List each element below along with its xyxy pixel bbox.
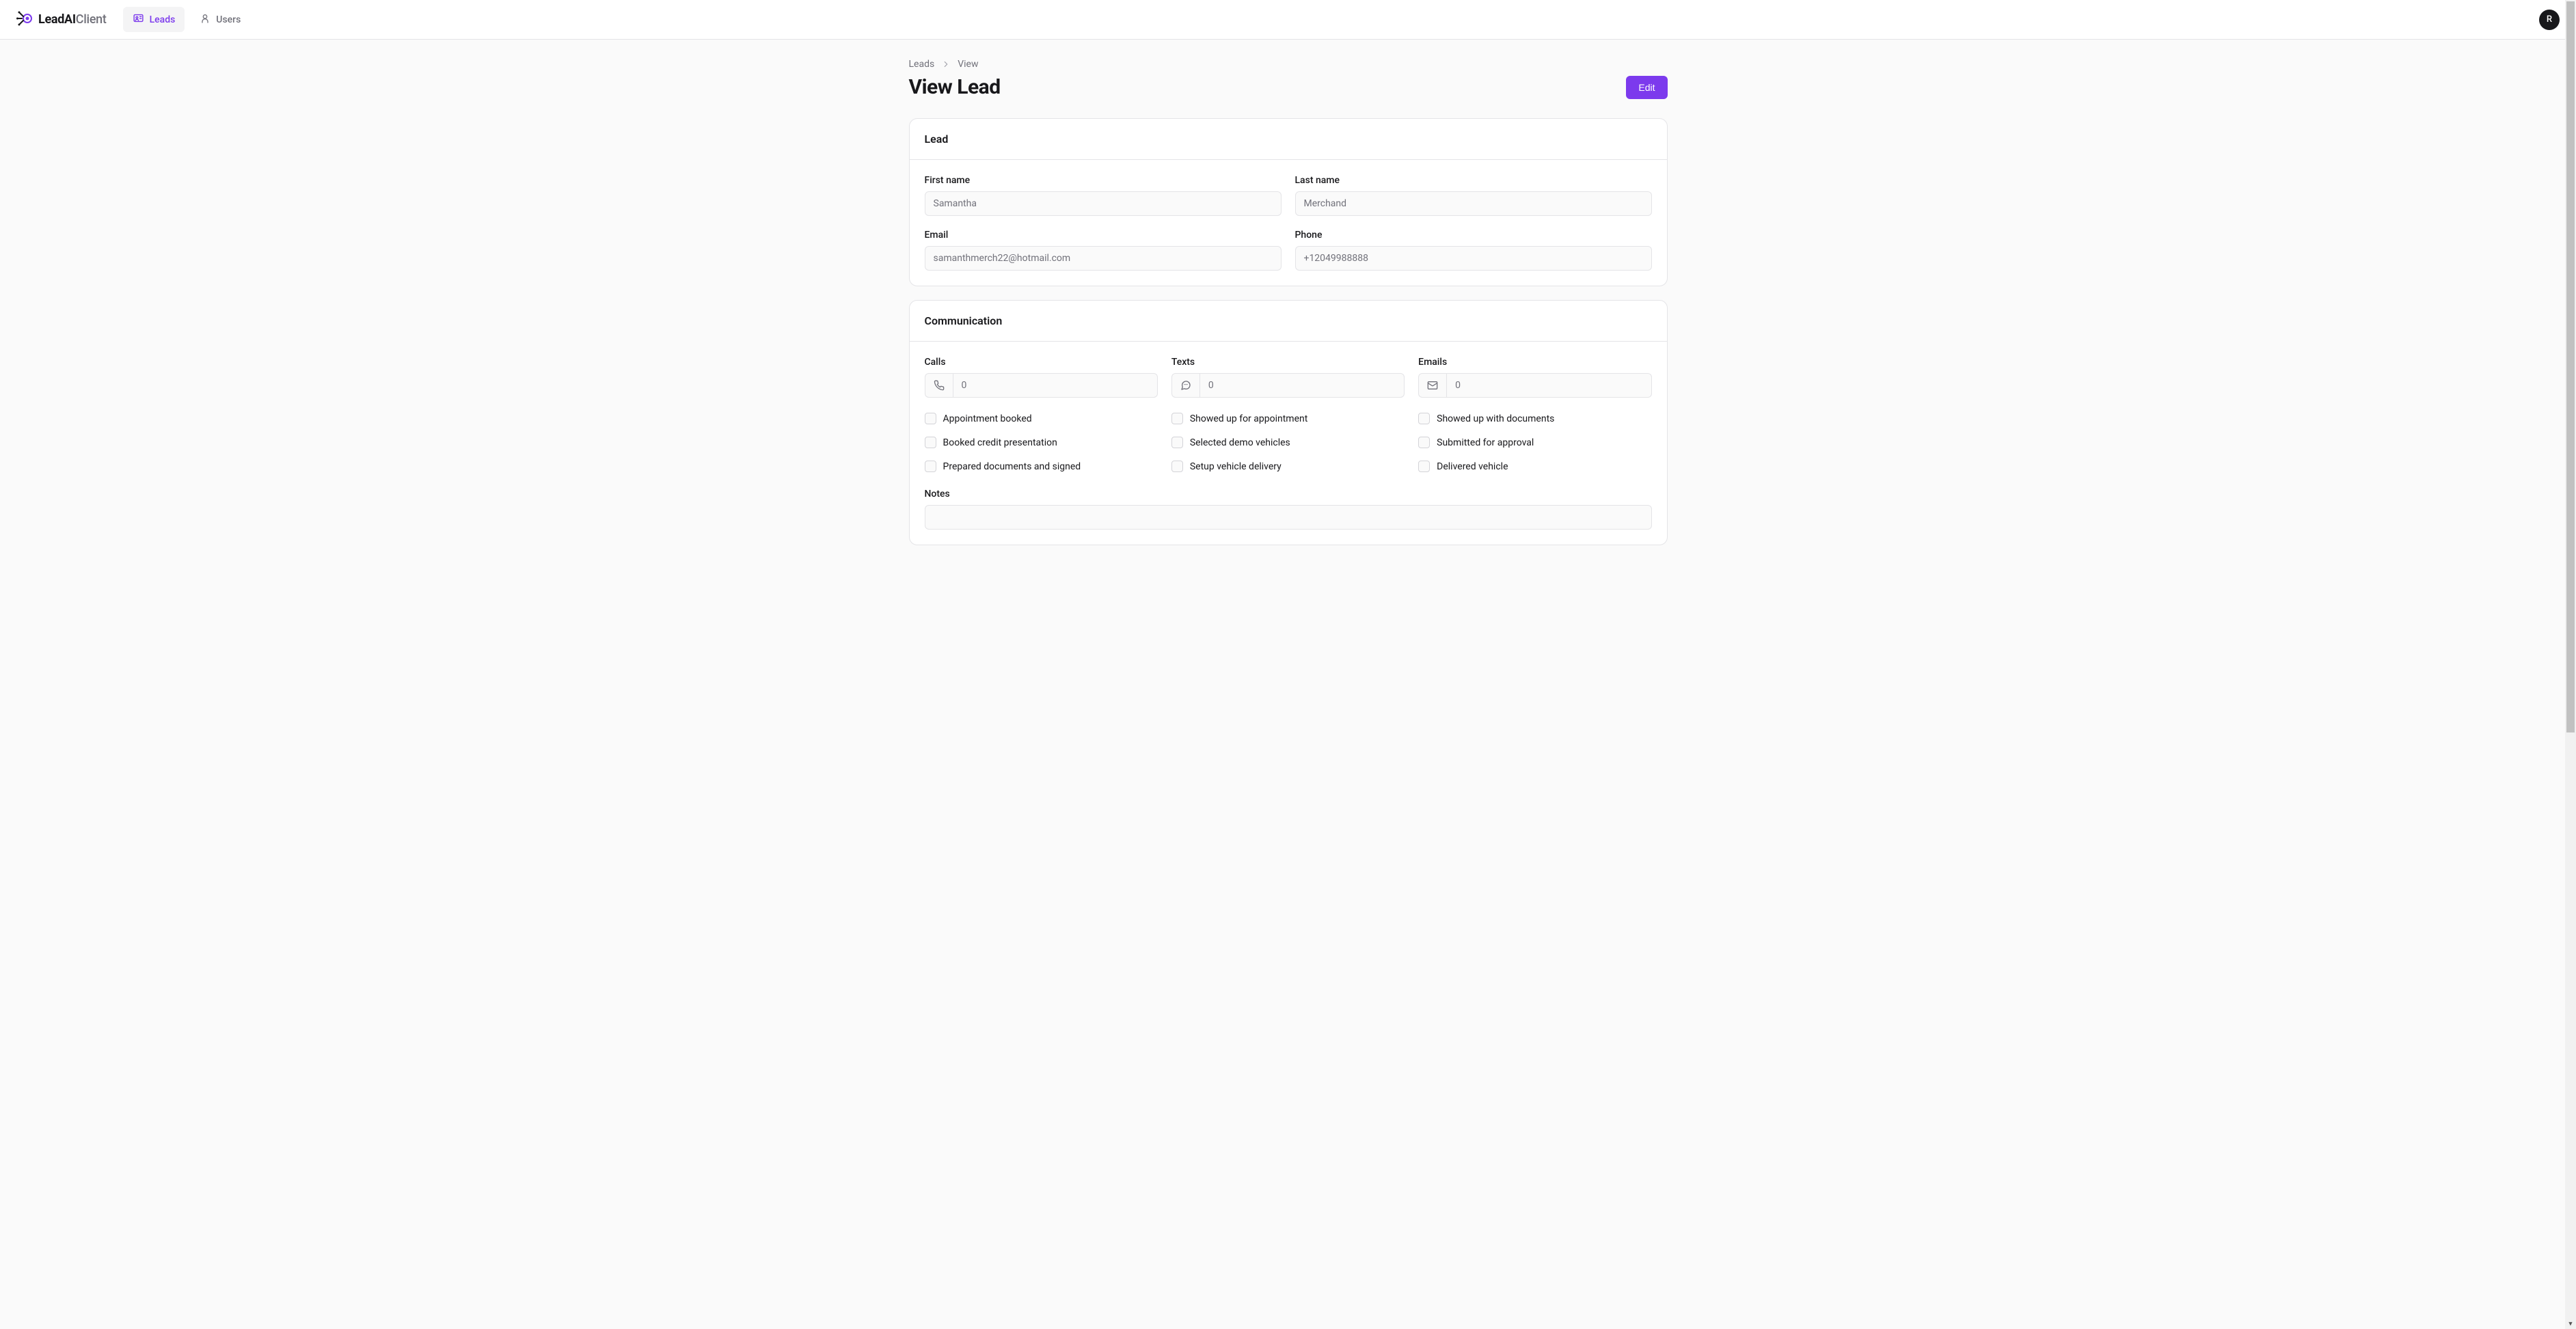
scrollbar-down-icon[interactable]: ▼: [2565, 1318, 2576, 1329]
check-appointment-booked: Appointment booked: [925, 413, 1158, 424]
checkbox: [925, 437, 936, 448]
nav-item-leads[interactable]: Leads: [123, 7, 185, 32]
last-name-label: Last name: [1295, 175, 1652, 186]
nav-leads-label: Leads: [150, 14, 176, 25]
edit-button[interactable]: Edit: [1626, 76, 1667, 99]
emails-field: Emails: [1418, 357, 1651, 398]
chevron-right-icon: [941, 59, 951, 69]
check-label: Submitted for approval: [1437, 437, 1534, 448]
check-label: Selected demo vehicles: [1190, 437, 1290, 448]
email-field: Email: [925, 230, 1282, 271]
avatar-initial: R: [2547, 14, 2552, 25]
main-nav: Leads Users: [123, 7, 251, 32]
user-icon: [200, 13, 211, 27]
checkbox: [1418, 413, 1430, 424]
notes-label: Notes: [925, 489, 1652, 499]
checkbox: [1418, 437, 1430, 448]
texts-field: Texts: [1171, 357, 1405, 398]
logo[interactable]: LeadAIClient: [16, 10, 107, 30]
lead-card: Lead First name Last name Email Phone: [909, 118, 1668, 286]
checkbox: [925, 413, 936, 424]
calls-input: [953, 373, 1158, 398]
last-name-field: Last name: [1295, 175, 1652, 216]
first-name-field: First name: [925, 175, 1282, 216]
breadcrumb: Leads View: [909, 59, 1668, 70]
check-label: Showed up for appointment: [1190, 413, 1308, 424]
check-label: Booked credit presentation: [943, 437, 1057, 448]
phone-input: [1295, 246, 1652, 271]
check-booked-credit: Booked credit presentation: [925, 437, 1158, 448]
breadcrumb-leads[interactable]: Leads: [909, 59, 935, 70]
lead-card-title: Lead: [910, 119, 1667, 160]
email-input: [925, 246, 1282, 271]
check-label: Appointment booked: [943, 413, 1032, 424]
id-card-icon: [133, 12, 144, 27]
page-header: View Lead Edit: [909, 75, 1668, 99]
main-container: Leads View View Lead Edit Lead First nam…: [909, 40, 1668, 586]
checkbox: [1171, 437, 1183, 448]
check-selected-demo: Selected demo vehicles: [1171, 437, 1405, 448]
scrollbar-thumb[interactable]: [2566, 1, 2575, 732]
check-delivered-vehicle: Delivered vehicle: [1418, 461, 1651, 472]
header-left: LeadAIClient Leads: [16, 7, 250, 32]
check-showed-up-appointment: Showed up for appointment: [1171, 413, 1405, 424]
checkbox: [1171, 413, 1183, 424]
nav-item-users[interactable]: Users: [190, 8, 250, 32]
check-label: Setup vehicle delivery: [1190, 461, 1282, 472]
emails-label: Emails: [1418, 357, 1651, 368]
check-prepared-documents: Prepared documents and signed: [925, 461, 1158, 472]
page-title: View Lead: [909, 75, 1001, 99]
communication-card: Communication Calls Texts: [909, 300, 1668, 545]
email-label: Email: [925, 230, 1282, 241]
phone-field: Phone: [1295, 230, 1652, 271]
first-name-input: [925, 191, 1282, 216]
check-label: Delivered vehicle: [1437, 461, 1508, 472]
texts-label: Texts: [1171, 357, 1405, 368]
message-icon: [1171, 373, 1199, 398]
check-setup-delivery: Setup vehicle delivery: [1171, 461, 1405, 472]
last-name-input: [1295, 191, 1652, 216]
check-label: Prepared documents and signed: [943, 461, 1081, 472]
notes-field: Notes: [925, 489, 1652, 530]
mail-icon: [1418, 373, 1446, 398]
scrollbar[interactable]: ▲ ▼: [2565, 0, 2576, 1329]
checkbox: [1171, 461, 1183, 472]
communication-card-title: Communication: [910, 301, 1667, 342]
app-header: LeadAIClient Leads: [0, 0, 2576, 40]
texts-input: [1199, 373, 1405, 398]
phone-label: Phone: [1295, 230, 1652, 241]
avatar[interactable]: R: [2539, 10, 2560, 30]
breadcrumb-view[interactable]: View: [958, 59, 978, 70]
emails-input: [1446, 373, 1651, 398]
nav-users-label: Users: [216, 14, 241, 25]
calls-field: Calls: [925, 357, 1158, 398]
calls-label: Calls: [925, 357, 1158, 368]
check-label: Showed up with documents: [1437, 413, 1554, 424]
checkbox: [1418, 461, 1430, 472]
first-name-label: First name: [925, 175, 1282, 186]
notes-input: [925, 505, 1652, 530]
checkbox-grid: Appointment booked Showed up for appoint…: [925, 413, 1652, 472]
logo-icon: [16, 10, 34, 30]
logo-text: LeadAIClient: [38, 12, 107, 27]
check-showed-up-documents: Showed up with documents: [1418, 413, 1651, 424]
checkbox: [925, 461, 936, 472]
check-submitted-approval: Submitted for approval: [1418, 437, 1651, 448]
phone-icon: [925, 373, 953, 398]
